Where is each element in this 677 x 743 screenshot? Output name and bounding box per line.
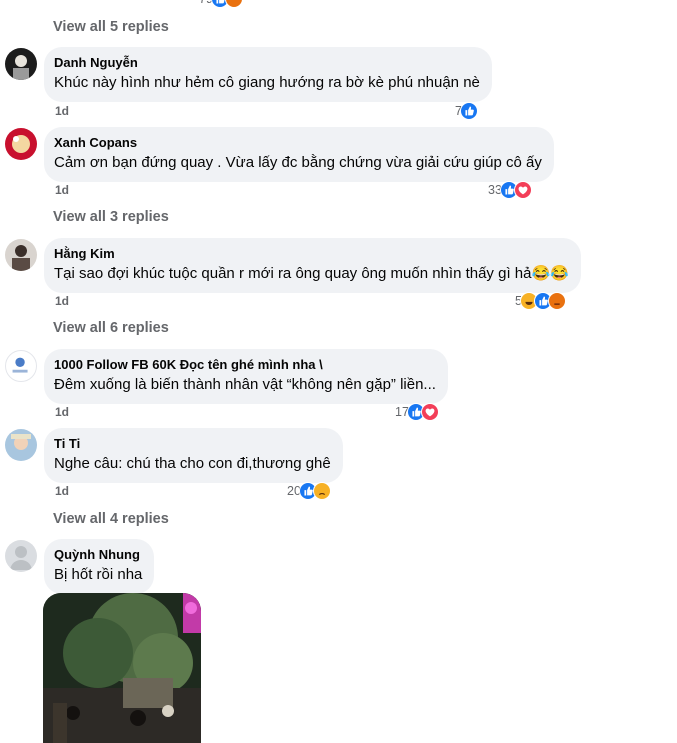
comment-reactions[interactable]: 20	[287, 482, 331, 500]
top-partial-reactions[interactable]: 79	[199, 0, 243, 8]
comment-reactions[interactable]: 17	[395, 403, 439, 421]
comment-time[interactable]: 1d	[55, 405, 69, 419]
comment-photo[interactable]	[43, 593, 201, 743]
view-replies-link[interactable]: View all 6 replies	[53, 320, 169, 336]
love-icon	[420, 403, 439, 421]
comment-time[interactable]: 1d	[55, 484, 69, 498]
comment-bubble: Ti Ti Nghe câu: chú tha cho con đi,thươn…	[44, 428, 343, 483]
view-replies-link[interactable]: View all 4 replies	[53, 511, 169, 527]
avatar[interactable]	[5, 429, 37, 461]
avatar[interactable]	[5, 350, 37, 382]
comment-bubble: Quỳnh Nhung Bị hốt rồi nha	[44, 539, 155, 594]
comment-author[interactable]: Danh Nguyễn	[54, 55, 480, 71]
comment-author[interactable]: Ti Ti	[54, 436, 331, 452]
view-replies-link[interactable]: View all 5 replies	[53, 19, 169, 35]
comment-text: Nghe câu: chú tha cho con đi,thương ghê	[54, 455, 331, 472]
avatar[interactable]	[5, 48, 37, 80]
comment-text: Khúc này hình như hẻm cô giang hướng ra …	[54, 74, 480, 91]
comment-author[interactable]: 1000 Follow FB 60K Đọc tên ghé mình nha …	[54, 357, 436, 373]
avatar[interactable]	[5, 239, 37, 271]
view-replies-link[interactable]: View all 3 replies	[53, 209, 169, 225]
comment-text: Cảm ơn bạn đứng quay . Vừa lấy đc bằng c…	[54, 154, 542, 171]
comment-author[interactable]: Xanh Copans	[54, 135, 542, 151]
comment-bubble: Xanh Copans Cảm ơn bạn đứng quay . Vừa l…	[44, 127, 554, 182]
comment-time[interactable]: 1d	[55, 294, 69, 308]
comment-reactions[interactable]: 5	[515, 292, 566, 310]
comment-author[interactable]: Hằng Kim	[54, 246, 569, 262]
comment-text: Đêm xuống là biến thành nhân vật “không …	[54, 376, 436, 393]
comment-bubble: Danh Nguyễn Khúc này hình như hẻm cô gia…	[44, 47, 492, 102]
comment-text: Bị hốt rồi nha	[54, 566, 143, 583]
comment-text: Tại sao đợi khúc tuộc quần r mới ra ông …	[54, 265, 569, 282]
comment-time[interactable]: 1d	[55, 104, 69, 118]
sad-icon	[312, 482, 331, 500]
angry-icon	[547, 292, 566, 310]
like-icon	[459, 102, 478, 120]
comment-bubble: Hằng Kim Tại sao đợi khúc tuộc quần r mớ…	[44, 238, 581, 293]
comment-author[interactable]: Quỳnh Nhung	[54, 547, 142, 563]
avatar[interactable]	[5, 540, 37, 572]
avatar[interactable]	[5, 128, 37, 160]
comment-bubble: 1000 Follow FB 60K Đọc tên ghé mình nha …	[44, 349, 448, 404]
comment-reactions[interactable]: 7	[455, 102, 478, 120]
love-icon	[513, 181, 532, 199]
comment-reactions[interactable]: 33	[488, 181, 532, 199]
comment-time[interactable]: 1d	[55, 183, 69, 197]
